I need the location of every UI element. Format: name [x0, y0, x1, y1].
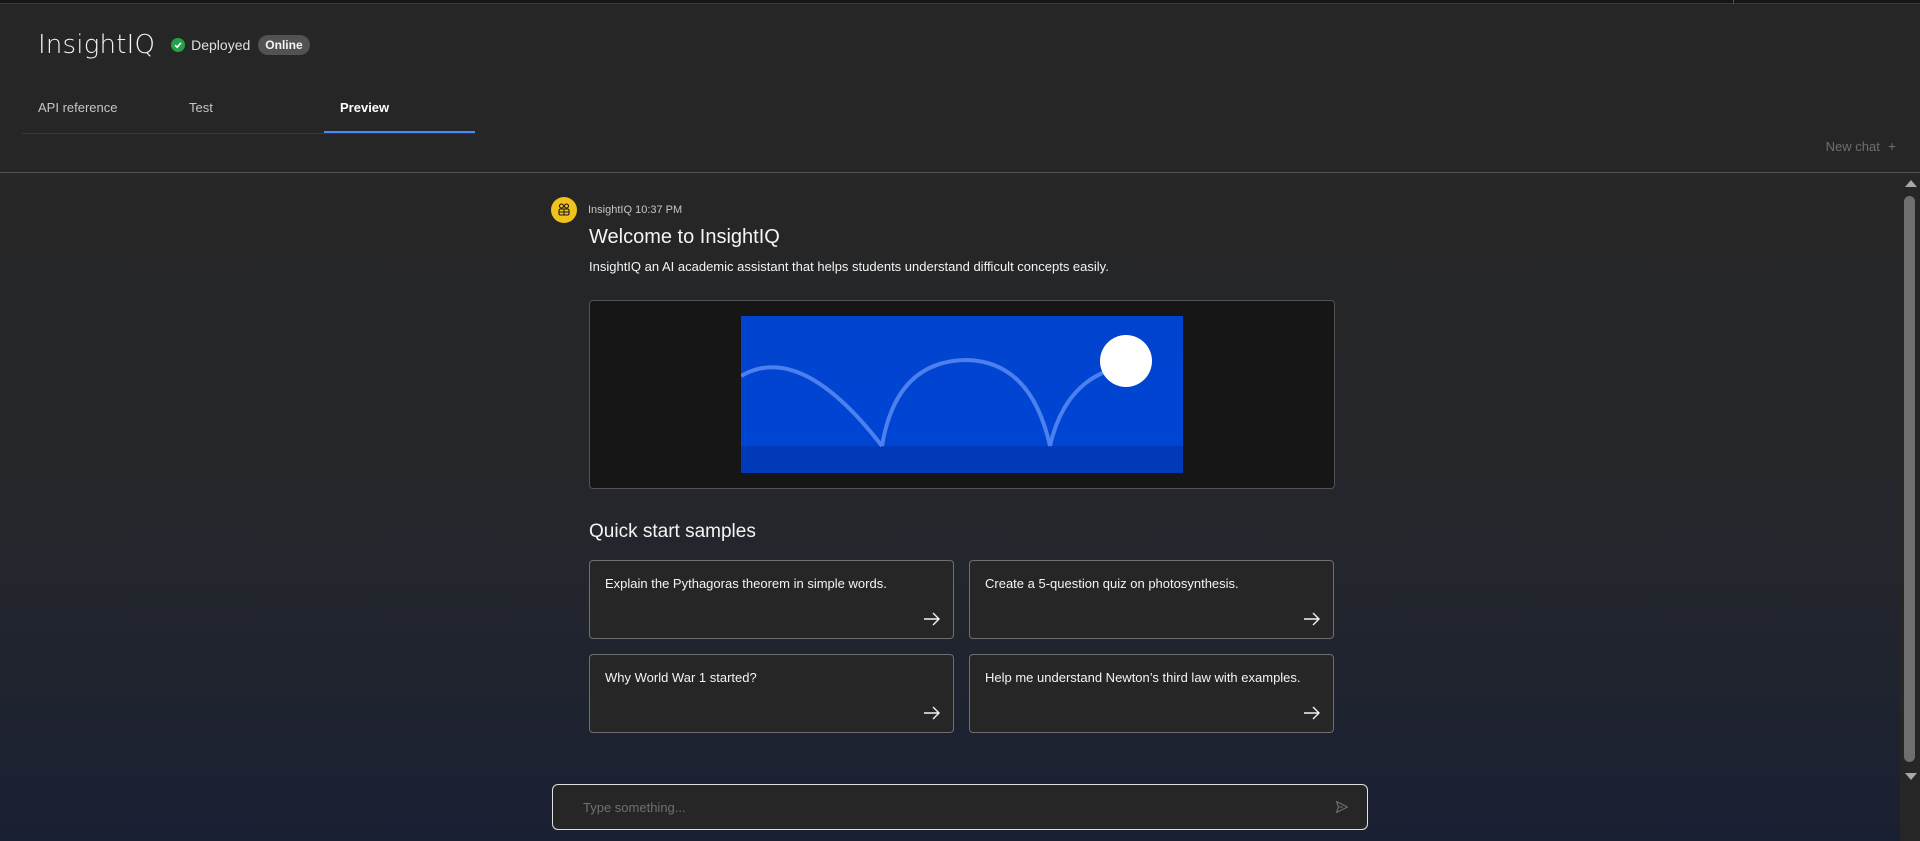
- page-header: InsightIQ Deployed Online API reference …: [0, 4, 1920, 173]
- assistant-avatar: [551, 197, 577, 223]
- scrollbar-thumb[interactable]: [1904, 196, 1915, 762]
- checkmark-circle-icon: [171, 38, 186, 52]
- plus-icon: +: [1887, 138, 1896, 154]
- sample-card[interactable]: Create a 5-question quiz on photosynthes…: [969, 560, 1334, 639]
- welcome-media-card: [589, 300, 1335, 489]
- sample-card[interactable]: Help me understand Newton’s third law wi…: [969, 654, 1334, 733]
- new-chat-button[interactable]: New chat +: [1826, 138, 1896, 154]
- message-header: InsightIQ 10:37 PM: [551, 197, 682, 223]
- sample-text: Why World War 1 started?: [605, 670, 757, 685]
- tab-test[interactable]: Test: [173, 92, 324, 133]
- bot-icon: [558, 203, 570, 216]
- scroll-up-icon[interactable]: [1905, 180, 1917, 187]
- tab-api-reference[interactable]: API reference: [22, 92, 173, 133]
- sample-card[interactable]: Explain the Pythagoras theorem in simple…: [589, 560, 954, 639]
- arrow-right-icon: [1304, 706, 1320, 720]
- arrow-right-icon: [1304, 612, 1320, 626]
- title-row: InsightIQ Deployed Online: [38, 30, 310, 60]
- arrow-right-icon: [924, 612, 940, 626]
- chat-scrollbar[interactable]: [1900, 174, 1920, 782]
- sample-card[interactable]: Why World War 1 started?: [589, 654, 954, 733]
- send-icon[interactable]: [1335, 800, 1349, 814]
- arrow-right-icon: [924, 706, 940, 720]
- quick-start-title: Quick start samples: [589, 521, 756, 542]
- chat-area: [0, 174, 1900, 841]
- sample-text: Help me understand Newton’s third law wi…: [985, 670, 1301, 685]
- chat-input-container: [552, 784, 1368, 830]
- welcome-description: InsightIQ an AI academic assistant that …: [589, 259, 1109, 274]
- message-time: 10:37 PM: [635, 204, 683, 216]
- app-title: InsightIQ: [38, 30, 156, 60]
- welcome-banner-image: [741, 316, 1183, 473]
- deployment-status: Deployed: [171, 37, 250, 53]
- welcome-title: Welcome to InsightIQ: [589, 226, 780, 248]
- message-sender: InsightIQ: [588, 204, 633, 216]
- status-badge: Online: [258, 35, 310, 55]
- tab-list: API reference Test Preview: [22, 92, 475, 134]
- tab-preview[interactable]: Preview: [324, 92, 475, 133]
- chat-input[interactable]: [583, 797, 1303, 817]
- status-label: Deployed: [191, 37, 251, 53]
- sample-text: Explain the Pythagoras theorem in simple…: [605, 576, 887, 591]
- sample-text: Create a 5-question quiz on photosynthes…: [985, 576, 1239, 591]
- message-meta: InsightIQ 10:37 PM: [588, 204, 682, 216]
- scroll-down-icon[interactable]: [1905, 773, 1917, 780]
- new-chat-label: New chat: [1825, 138, 1880, 154]
